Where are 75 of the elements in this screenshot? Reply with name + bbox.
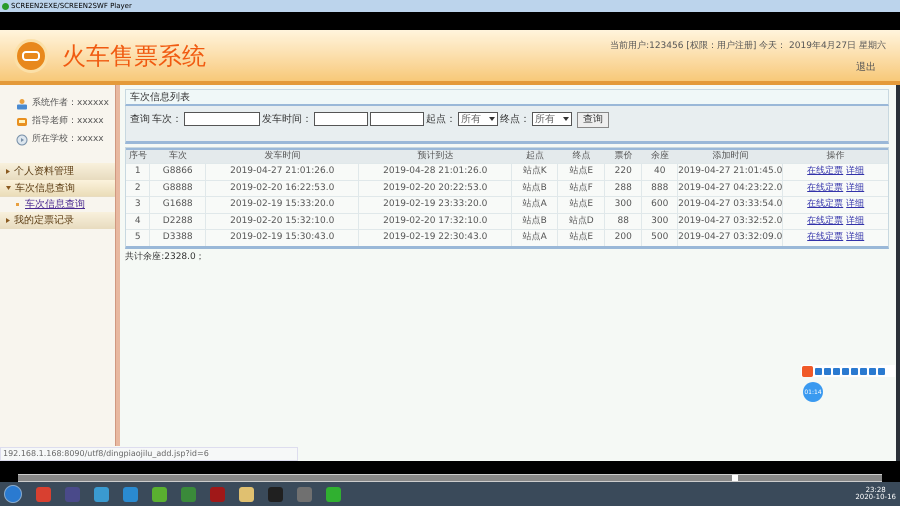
origin-select[interactable]: 所有	[458, 112, 498, 126]
table-cell: D3388	[150, 230, 206, 246]
field-label: 起点：	[426, 112, 456, 127]
column-header: 票价	[614, 150, 634, 163]
app-icon	[2, 2, 9, 10]
taskbar-app-icon[interactable]	[239, 486, 254, 502]
field-label: 车次：	[152, 112, 182, 127]
system-title: 火车售票系统	[62, 40, 206, 72]
field-label: 发车时间：	[262, 112, 312, 127]
field-label: 终点：	[500, 112, 530, 127]
train-input[interactable]	[184, 112, 260, 126]
triangle-right-icon	[6, 168, 10, 174]
teacher-icon	[16, 116, 28, 128]
book-link[interactable]: 在线定票	[807, 231, 844, 245]
table-cell: 2019-02-19 22:30:43.0	[359, 230, 512, 246]
detail-link[interactable]: 详细	[846, 231, 864, 245]
info-text: 系统作者：xxxxxx	[32, 97, 109, 110]
column-header: 预计到达	[416, 150, 455, 163]
panel-title: 车次信息列表	[130, 90, 190, 104]
column-header: 序号	[128, 150, 148, 163]
start-time-input[interactable]	[314, 112, 368, 126]
table-cell: 站点A	[512, 230, 558, 246]
book-link[interactable]: 在线定票	[807, 214, 844, 228]
detail-link[interactable]: 详细	[846, 182, 864, 196]
table-cell: 500	[642, 230, 678, 246]
taskbar-app-icon[interactable]	[123, 486, 138, 502]
ime-logo-icon	[802, 366, 813, 376]
table-cell: 2019-02-19 15:30:43.0	[206, 230, 360, 246]
total-seats: 共计余座:2328.0；	[125, 250, 890, 264]
play-circle-icon	[16, 134, 28, 146]
caret-icon	[563, 117, 570, 121]
column-header: 添加时间	[712, 150, 750, 163]
column-header: 车次	[168, 150, 188, 163]
triangle-down-icon	[6, 186, 11, 190]
end-time-input[interactable]	[370, 112, 424, 126]
query-button[interactable]: 查询	[577, 112, 610, 128]
status-url: 192.168.1.168:8090/utf8/dingpiaojilu_add.jsp?id=6	[0, 447, 298, 461]
menu-item[interactable]: 个人资料管理	[0, 163, 116, 180]
detail-link[interactable]: 详细	[846, 198, 864, 212]
user-icon	[16, 98, 28, 110]
taskbar-app-icon[interactable]	[181, 486, 196, 502]
table-cell: 2019-04-27 03:32:09.0	[678, 230, 784, 246]
bullet-icon	[16, 203, 19, 206]
start-button[interactable]	[4, 485, 22, 503]
taskbar-app-icon[interactable]	[326, 486, 341, 502]
table-cell: 5	[126, 230, 150, 246]
destination-select[interactable]: 所有	[532, 112, 572, 126]
progress-thumb[interactable]	[732, 475, 738, 481]
column-header: 余座	[650, 150, 670, 163]
taskbar-app-icon[interactable]	[94, 486, 109, 502]
user-info: 当前用户:123456 [权限：用户注册] 今天： 2019年4月27日 星期六	[610, 40, 886, 54]
table-cell: 200	[605, 230, 642, 246]
player-progress-bar[interactable]	[18, 474, 882, 482]
menu-item[interactable]: 车次信息查询	[0, 180, 116, 197]
taskbar-app-icon[interactable]	[152, 486, 167, 502]
column-header: 起点	[525, 150, 546, 163]
table-cell: 站点E	[558, 230, 606, 246]
triangle-right-icon	[6, 218, 10, 222]
info-text: 所在学校：xxxxx	[32, 133, 104, 146]
menu-item[interactable]: 我的定票记录	[0, 212, 116, 229]
caret-icon	[489, 117, 496, 121]
info-text: 指导老师：xxxxx	[32, 115, 104, 128]
book-link[interactable]: 在线定票	[807, 165, 844, 179]
column-header: 终点	[572, 150, 592, 163]
query-label: 查询	[130, 112, 150, 127]
logo-icon	[14, 38, 48, 72]
logout-link[interactable]: 退出	[856, 60, 876, 75]
submenu-link[interactable]: 车次信息查询	[25, 197, 85, 212]
column-header: 操作	[826, 150, 846, 163]
detail-link[interactable]: 详细	[846, 214, 864, 228]
splitter[interactable]	[115, 85, 120, 446]
column-header: 发车时间	[264, 150, 302, 163]
book-link[interactable]: 在线定票	[807, 198, 844, 212]
book-link[interactable]: 在线定票	[807, 182, 844, 196]
detail-link[interactable]: 详细	[846, 165, 864, 179]
